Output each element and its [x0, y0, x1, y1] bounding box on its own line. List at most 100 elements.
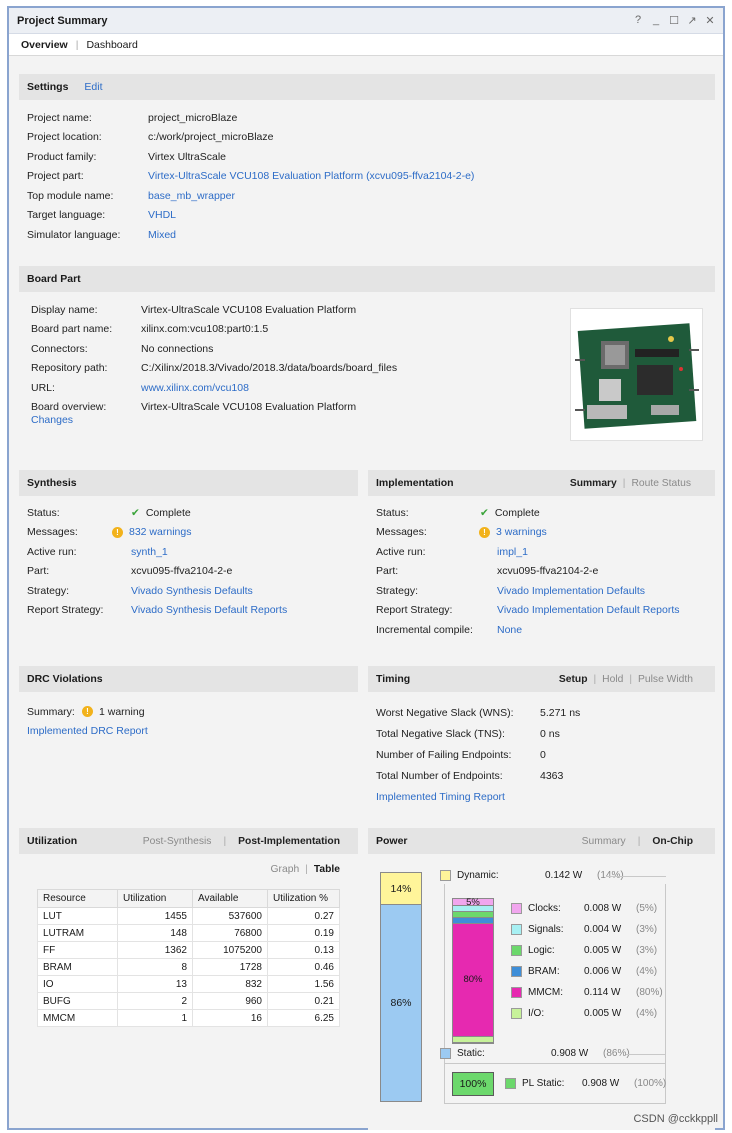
- impl-tab-route-status[interactable]: Route Status: [631, 478, 691, 489]
- dynamic-segment-clocks: 5%: [453, 897, 493, 908]
- settings-field-label: Project location:: [27, 131, 102, 144]
- timing-field-value: 0: [540, 748, 546, 761]
- utilization-table: Resource Utilization Available Utilization …: [37, 889, 340, 1027]
- timing-tab-hold[interactable]: Hold: [602, 674, 623, 685]
- board-part-title: Board Part: [27, 273, 81, 285]
- util-column-header[interactable]: Available: [192, 889, 268, 908]
- synth-field-link[interactable]: Vivado Synthesis Defaults: [131, 585, 253, 597]
- settings-field-label: Project name:: [27, 111, 92, 124]
- board-field-link[interactable]: www.xilinx.com/vcu108: [141, 382, 249, 394]
- float-icon[interactable]: ↗: [687, 14, 697, 27]
- help-icon[interactable]: ?: [633, 14, 643, 27]
- dynamic-item-row: Clocks: 0.008 W (5%): [511, 898, 663, 919]
- synth-field-link[interactable]: Vivado Synthesis Default Reports: [131, 604, 287, 616]
- pl-static-swatch: [505, 1078, 516, 1089]
- settings-field-link[interactable]: Virtex-UltraScale VCU108 Evaluation Plat…: [148, 170, 474, 182]
- dynamic-segment-io: [453, 1037, 493, 1043]
- util-column-header[interactable]: Resource: [37, 889, 118, 908]
- util-column-header[interactable]: Utilization: [117, 889, 193, 908]
- impl-warnings-link[interactable]: 3 warnings: [496, 526, 547, 538]
- dynamic-item-label: Signals:: [528, 924, 564, 935]
- table-cell: LUT: [37, 907, 118, 925]
- impl-field-link[interactable]: None: [497, 624, 522, 636]
- timing-field-value: 4363: [540, 769, 564, 782]
- dynamic-item-value: 0.006 W: [584, 966, 622, 977]
- synth-field-value: xcvu095-ffva2104-2-e: [131, 565, 233, 578]
- dynamic-item-value: 0.004 W: [584, 924, 622, 935]
- impl-status-label: Status:: [376, 506, 409, 519]
- power-tab-summary[interactable]: Summary: [582, 836, 626, 847]
- dynamic-item-label: I/O:: [528, 1008, 545, 1019]
- implementation-title: Implementation: [376, 477, 454, 489]
- synth-warnings-link[interactable]: 832 warnings: [129, 526, 191, 538]
- settings-header: Settings Edit: [19, 74, 715, 100]
- impl-field-link[interactable]: Vivado Implementation Defaults: [497, 585, 645, 597]
- timing-field-row: Number of Failing Endpoints: 0: [376, 744, 715, 765]
- table-row[interactable]: IO 13 832 1.56: [37, 975, 340, 993]
- tab-overview[interactable]: Overview: [21, 39, 68, 51]
- maximize-icon[interactable]: ☐: [669, 14, 679, 27]
- synth-field-link[interactable]: synth_1: [131, 546, 168, 558]
- settings-edit-link[interactable]: Edit: [84, 81, 102, 93]
- power-tab-on-chip[interactable]: On-Chip: [652, 836, 693, 847]
- synth-field-label: Report Strategy:: [27, 604, 104, 617]
- table-cell: 1455: [117, 907, 193, 925]
- impl-field-link[interactable]: impl_1: [497, 546, 528, 558]
- settings-field-label: Simulator language:: [27, 228, 121, 241]
- settings-field-link[interactable]: base_mb_wrapper: [148, 190, 235, 202]
- minimize-icon[interactable]: _: [651, 14, 661, 27]
- table-row[interactable]: LUT 1455 537600 0.27: [37, 907, 340, 925]
- table-row[interactable]: BRAM 8 1728 0.46: [37, 958, 340, 976]
- settings-field-row: Project location: c:/work/project_microBl…: [27, 128, 715, 148]
- timing-field-label: Total Number of Endpoints:: [376, 769, 503, 782]
- dynamic-item-row: BRAM: 0.006 W (4%): [511, 961, 663, 982]
- board-field-label: Repository path:: [31, 362, 108, 375]
- dynamic-item-pct: (4%): [636, 1008, 658, 1019]
- board-field-value: Virtex-UltraScale VCU108 Evaluation Plat…: [141, 401, 357, 414]
- close-icon[interactable]: ✕: [705, 14, 715, 27]
- timing-tab-setup[interactable]: Setup: [559, 674, 588, 685]
- util-tab-post-synthesis[interactable]: Post-Synthesis: [143, 836, 212, 847]
- synth-messages-label: Messages:: [27, 526, 78, 539]
- settings-field-link[interactable]: VHDL: [148, 209, 176, 221]
- synth-field-label: Active run:: [27, 545, 77, 558]
- table-cell: 148: [117, 924, 193, 942]
- tab-dashboard[interactable]: Dashboard: [86, 39, 137, 51]
- table-row[interactable]: BUFG 2 960 0.21: [37, 992, 340, 1010]
- synthesis-section: Synthesis Status: ✔ Complete Messages: ! 8…: [19, 470, 358, 650]
- project-summary-window: Project Summary ? _ ☐ ↗ ✕ Overview | Das…: [7, 6, 725, 1130]
- timing-field-value: 0 ns: [540, 727, 560, 740]
- drc-report-link[interactable]: Implemented DRC Report: [27, 725, 148, 737]
- dynamic-bar-pct: 14%: [390, 882, 412, 895]
- util-column-header[interactable]: Utilization %: [267, 889, 340, 908]
- timing-field-value: 5.271 ns: [540, 706, 581, 719]
- synth-status-value: Complete: [145, 506, 191, 519]
- impl-field-row: Incremental compile: None: [376, 620, 715, 640]
- dynamic-item-row: Logic: 0.005 W (3%): [511, 940, 663, 961]
- implementation-rows: Active run: impl_1 Part: xcvu095-ffva2104-2…: [376, 542, 715, 640]
- impl-field-row: Strategy: Vivado Implementation Defaults: [376, 581, 715, 601]
- impl-field-row: Part: xcvu095-ffva2104-2-e: [376, 562, 715, 582]
- legend-swatch: [511, 924, 522, 935]
- util-tab-post-implementation[interactable]: Post-Implementation: [238, 836, 340, 847]
- board-part-header: Board Part: [19, 266, 715, 292]
- settings-field-link[interactable]: Mixed: [148, 229, 176, 241]
- view-tabs: Overview | Dashboard: [9, 34, 723, 56]
- table-row[interactable]: FF 1362 1075200 0.13: [37, 941, 340, 959]
- board-changes-link[interactable]: Changes: [31, 414, 73, 426]
- table-cell: 6.25: [267, 1009, 340, 1027]
- timing-tab-pulse-width[interactable]: Pulse Width: [638, 674, 693, 685]
- implementation-section: Implementation Summary | Route Status St…: [368, 470, 715, 650]
- table-row[interactable]: LUTRAM 148 76800 0.19: [37, 924, 340, 942]
- pl-static-label: PL Static:: [522, 1078, 565, 1089]
- util-view-graph[interactable]: Graph: [271, 864, 300, 875]
- impl-field-link[interactable]: Vivado Implementation Default Reports: [497, 604, 680, 616]
- timing-report-link[interactable]: Implemented Timing Report: [376, 791, 505, 803]
- tab-separator: |: [75, 38, 79, 51]
- legend-swatch: [511, 1008, 522, 1019]
- table-row[interactable]: MMCM 1 16 6.25: [37, 1009, 340, 1027]
- board-field-label: Board part name:: [31, 323, 113, 336]
- util-view-table[interactable]: Table: [314, 864, 340, 875]
- settings-field-label: Project part:: [27, 170, 84, 183]
- impl-tab-summary[interactable]: Summary: [570, 478, 617, 489]
